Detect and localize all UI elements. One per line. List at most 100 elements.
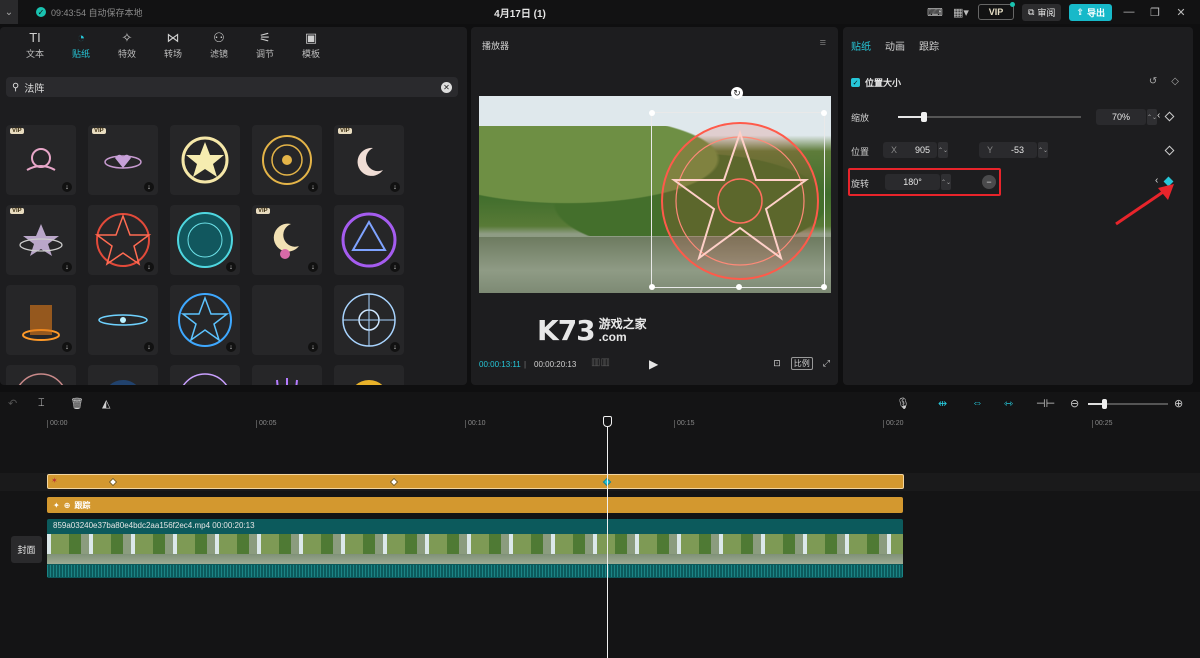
reset-icon[interactable]: ↺ bbox=[1149, 76, 1157, 87]
snap-icon[interactable]: ⇹ bbox=[938, 397, 947, 410]
time-ruler[interactable]: 00:00 00:05 00:10 00:15 00:20 00:25 bbox=[0, 416, 1200, 434]
close-icon[interactable]: ✕ bbox=[1172, 5, 1190, 19]
prev-keyframe-icon[interactable]: ‹ bbox=[1157, 110, 1160, 121]
resize-handle[interactable] bbox=[821, 110, 827, 116]
rotate-stepper[interactable]: ⌃⌄ bbox=[941, 174, 951, 190]
playhead-handle[interactable] bbox=[603, 416, 612, 427]
zoom-in-icon[interactable]: ⊕ bbox=[1174, 397, 1183, 410]
scale-slider-knob[interactable] bbox=[920, 112, 927, 122]
download-icon[interactable]: ↓ bbox=[62, 342, 72, 352]
tab-5[interactable]: ⚟ 调节 bbox=[242, 27, 288, 63]
zoom-slider-knob[interactable] bbox=[1102, 399, 1107, 409]
split-icon[interactable]: ⌶ bbox=[38, 397, 45, 410]
export-button[interactable]: ⇪ 导出 bbox=[1069, 3, 1112, 21]
sticker-item[interactable]: VIP ↓ bbox=[88, 125, 158, 195]
zoom-out-icon[interactable]: ⊖ bbox=[1070, 397, 1079, 410]
download-icon[interactable]: ↓ bbox=[308, 342, 318, 352]
download-icon[interactable]: ↓ bbox=[226, 342, 236, 352]
y-stepper[interactable]: ⌃⌄ bbox=[1038, 142, 1048, 158]
sticker-item[interactable] bbox=[170, 125, 240, 195]
chevron-down-icon[interactable]: ⌄ bbox=[0, 0, 18, 24]
sticker-item[interactable] bbox=[88, 365, 158, 385]
y-field[interactable]: Y -53 bbox=[979, 142, 1037, 158]
minimize-icon[interactable]: — bbox=[1120, 5, 1138, 19]
resize-handle[interactable] bbox=[821, 284, 827, 290]
tab-6[interactable]: ▣ 模板 bbox=[288, 27, 334, 63]
sticker-item[interactable]: ↓ bbox=[6, 285, 76, 355]
maximize-icon[interactable]: ❐ bbox=[1146, 5, 1164, 19]
preview-axis-icon[interactable]: ⇿ bbox=[1004, 397, 1013, 410]
sticker-item[interactable]: ↓ bbox=[334, 285, 404, 355]
sticker-item[interactable]: ↓ bbox=[88, 285, 158, 355]
inspector-tab-1[interactable]: 动画 bbox=[885, 38, 905, 53]
sticker-item[interactable]: VIP ↓ bbox=[334, 125, 404, 195]
keyframe-diamond-icon[interactable] bbox=[1164, 111, 1175, 122]
fullscreen-icon[interactable]: ⤢ bbox=[823, 358, 830, 369]
inspector-tab-0[interactable]: 贴纸 bbox=[851, 38, 871, 53]
resize-handle[interactable] bbox=[649, 110, 655, 116]
menu-icon[interactable]: ≡ bbox=[820, 37, 826, 49]
tab-3[interactable]: ⋈ 转场 bbox=[150, 27, 196, 63]
playhead[interactable] bbox=[607, 417, 608, 658]
review-button[interactable]: ⧉ 审阅 bbox=[1021, 3, 1062, 21]
sticker-item[interactable]: VIP ↓ bbox=[252, 205, 322, 275]
keyframe-diamond-icon[interactable] bbox=[1164, 145, 1175, 156]
download-icon[interactable]: ↓ bbox=[308, 262, 318, 272]
sticker-item[interactable] bbox=[6, 365, 76, 385]
download-icon[interactable]: ↓ bbox=[62, 182, 72, 192]
sticker-item[interactable]: ↓ bbox=[170, 205, 240, 275]
download-icon[interactable]: ↓ bbox=[144, 182, 154, 192]
sticker-item[interactable] bbox=[334, 365, 404, 385]
split-screen-icon[interactable]: ⊣⊢ bbox=[1036, 397, 1055, 410]
sticker-item[interactable]: ↓ bbox=[88, 205, 158, 275]
tab-2[interactable]: ✧ 特效 bbox=[104, 27, 150, 63]
download-icon[interactable]: ↓ bbox=[390, 182, 400, 192]
download-icon[interactable]: ↓ bbox=[144, 262, 154, 272]
video-clip[interactable]: 859a03240e37ba80e4bdc2aa156f2ec4.mp4 00:… bbox=[47, 519, 903, 578]
keyframe-diamond-icon[interactable]: ◇ bbox=[1171, 76, 1179, 87]
sticker-item[interactable]: ↓ bbox=[252, 125, 322, 195]
scale-stepper[interactable]: ⌃⌄ bbox=[1147, 109, 1157, 125]
ratio-button[interactable]: 比例 bbox=[790, 357, 813, 370]
vip-badge[interactable]: VIP bbox=[977, 2, 1015, 20]
search-input[interactable] bbox=[24, 81, 436, 93]
resize-handle[interactable] bbox=[649, 284, 655, 290]
scale-value[interactable]: 70% bbox=[1096, 109, 1146, 125]
download-icon[interactable]: ↓ bbox=[308, 182, 318, 192]
undo-icon[interactable]: ↶ bbox=[8, 397, 17, 410]
cover-button[interactable]: 封面 bbox=[11, 536, 42, 563]
download-icon[interactable]: ↓ bbox=[226, 262, 236, 272]
sticker-item[interactable]: ↓ bbox=[334, 205, 404, 275]
delete-icon[interactable]: 🗑 bbox=[70, 397, 84, 410]
tab-1[interactable]: ◔ 贴纸 bbox=[58, 27, 104, 63]
rotate-icon[interactable]: ↻ bbox=[731, 87, 743, 99]
download-icon[interactable]: ↓ bbox=[144, 342, 154, 352]
sticker-clip[interactable]: ✶ bbox=[47, 474, 904, 489]
inspector-tab-2[interactable]: 跟踪 bbox=[919, 38, 939, 53]
crop-icon[interactable]: ⊡ bbox=[773, 358, 781, 369]
search-bar[interactable]: ⚲ ✕ bbox=[6, 77, 458, 97]
microphone-icon[interactable]: 🎙 bbox=[896, 397, 910, 410]
tab-4[interactable]: ⚇ 滤镜 bbox=[196, 27, 242, 63]
sticker-item[interactable] bbox=[170, 365, 240, 385]
play-icon[interactable]: ▶ bbox=[649, 357, 658, 371]
sticker-item[interactable]: VIP ↓ bbox=[6, 125, 76, 195]
sticker-item[interactable]: VIP ↓ bbox=[6, 205, 76, 275]
rotate-reset-icon[interactable]: − bbox=[982, 175, 996, 189]
bars-icon[interactable]: ▥▥ bbox=[591, 357, 610, 368]
sticker-item[interactable]: ↓ bbox=[252, 285, 322, 355]
sticker-item[interactable]: ↓ bbox=[170, 285, 240, 355]
zoom-slider[interactable] bbox=[1088, 399, 1168, 409]
link-icon[interactable]: ⇔ bbox=[972, 397, 983, 409]
download-icon[interactable]: ↓ bbox=[390, 342, 400, 352]
tab-0[interactable]: TI 文本 bbox=[12, 27, 58, 63]
resize-handle[interactable] bbox=[736, 284, 742, 290]
checkbox-icon[interactable]: ✓ bbox=[851, 78, 860, 87]
x-field[interactable]: X 905 bbox=[883, 142, 937, 158]
scale-slider[interactable] bbox=[898, 112, 1081, 122]
effect-clip[interactable]: ✦ ⊕ 跟踪 bbox=[47, 497, 903, 513]
rotate-value[interactable]: 180° bbox=[885, 174, 940, 190]
video-preview[interactable] bbox=[479, 96, 831, 293]
mirror-icon[interactable]: ◭ bbox=[102, 397, 110, 410]
download-icon[interactable]: ↓ bbox=[390, 262, 400, 272]
